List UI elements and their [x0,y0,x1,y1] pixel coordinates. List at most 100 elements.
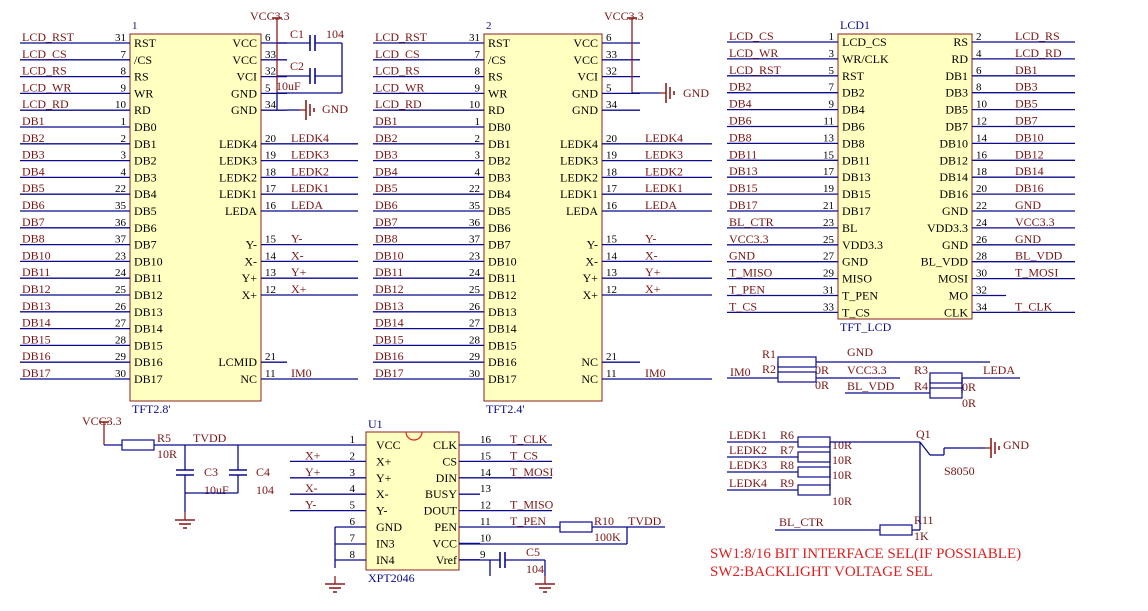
u1-left-pin-2: Y+ [376,471,392,485]
r10-body [559,521,593,533]
lcd1-right-pin-5: DB7 [945,120,968,134]
ic1-right-pin-1: VCC [232,53,257,67]
ic2-left-num-19: 29 [469,351,481,363]
r9-label: R9 [780,476,794,490]
u1-right-net-4: T_MISO [510,498,554,512]
ic2-right-net-8: LEDK1 [645,181,683,195]
r9-body [797,484,831,496]
lcd1-right-num-1: 4 [976,48,982,60]
lcd1-right-num-13: 28 [976,251,988,263]
r6-label: R6 [780,428,794,442]
lcd1-left-num-16: 33 [823,301,835,313]
ic2-gnd-label: GND [683,86,709,100]
lcd1-left-net-13: GND [729,249,755,263]
ic2-left-net-15: DB12 [375,282,404,296]
u1-left-pin-3: X- [376,487,389,501]
ic1-left-pin-4: RD [134,103,151,117]
ic1-left-num-20: 30 [115,368,127,380]
u1-right-pin-3: BUSY [425,487,457,501]
ic1-right-num-15: 11 [265,368,276,380]
lcd1-right-net-7: DB12 [1015,147,1044,161]
u1-left-num-0: 1 [350,434,356,446]
ic2-right-num-6: 19 [606,150,618,162]
ic1-right-num-2: 32 [265,66,276,78]
ic1-right-pin-5: LEDK4 [219,137,257,151]
ic1-right-net-9: LEDA [291,198,323,212]
leda-blvdd-label: BL_VDD [847,379,895,393]
lcd1-left-pin-4: DB4 [842,103,865,117]
ic1-right-pin-13: X+ [242,288,258,302]
ic2-vcc-label: VCC3.3 [604,9,644,23]
ic2-right-num-2: 32 [606,66,617,78]
ic2-right-pin-5: LEDK4 [560,137,598,151]
ic1-left-pin-17: DB14 [134,322,163,336]
lcd1-left-num-4: 9 [829,99,835,111]
lcd1-right-pin-9: DB16 [939,187,968,201]
u1-right-pin-4: DOUT [424,504,458,518]
ic1-left-num-12: 37 [115,234,127,246]
ic2-left-num-10: 35 [469,200,481,212]
lcd1-right-pin-11: VDD3.3 [927,221,968,235]
r6-value: 10R [832,438,852,452]
ic2-right-pin-8: LEDK1 [560,187,598,201]
r9-value: 10R [832,494,852,508]
ic1-left-net-13: DB10 [22,248,51,262]
ic1-right-net-8: LEDK1 [291,181,329,195]
ic1-name: TFT2.8' [132,402,171,416]
r1-value: 0R [815,363,829,377]
ic2-left-num-2: 8 [475,66,481,78]
r7-value: 10R [832,453,852,467]
ic2-right-num-12: 13 [606,267,618,279]
ic2-right-num-8: 17 [606,183,618,195]
ic2-left-num-17: 27 [469,318,481,330]
ic1-left-net-18: DB15 [22,332,51,346]
lcd1-left-num-15: 31 [823,285,834,297]
lcd1-left-net-4: DB4 [729,97,752,111]
ic1-left-num-15: 25 [115,284,127,296]
ic2-left-net-14: DB11 [375,265,403,279]
ic2-left-pin-17: DB14 [488,322,517,336]
ic1-right-net-5: LEDK4 [291,131,329,145]
ic2-right-num-9: 16 [606,200,618,212]
ic2-left-net-8: DB4 [375,164,398,178]
ic1-right-num-7: 18 [265,166,277,178]
ic1-left-pin-3: WR [134,86,153,100]
u1-right-num-3: 13 [480,483,492,495]
schematic-canvas: 1 TFT2.8' 2 TFT2.4' LCD1 TFT_LCD U1 XPT2… [0,0,1148,611]
ic1-left-net-3: LCD_WR [22,80,71,94]
ic1-right-num-8: 17 [265,183,277,195]
u1-right-num-4: 12 [480,500,491,512]
lcd1-left-net-15: T_PEN [729,283,765,297]
ic1-right-pin-8: LEDK1 [219,187,257,201]
r5-value: 10R [157,447,177,461]
ic1-right-pin-10: Y- [246,238,257,252]
ic1-designator: 1 [132,20,138,32]
lcd1-left-net-12: VCC3.3 [729,232,769,246]
lcd1-left-pin-2: RST [842,69,865,83]
lcd1-right-num-9: 20 [976,183,988,195]
lcd1-left-num-0: 1 [829,31,835,43]
ic1-left-num-10: 35 [115,200,127,212]
ic2-right-net-12: Y+ [645,265,661,279]
u1-left-num-2: 3 [350,467,356,479]
lcd1-right-net-9: DB16 [1015,181,1044,195]
im0-net-label: IM0 [730,365,751,379]
ic2-left-net-4: LCD_RD [375,97,422,111]
ic1-right-num-9: 16 [265,200,277,212]
u1-left-num-6: 7 [350,532,356,544]
ic1-left-num-7: 3 [121,150,127,162]
lcd1-right-num-7: 16 [976,149,988,161]
ic2-right-net-11: X- [645,248,658,262]
lcd1-left-net-2: LCD_RST [729,63,782,77]
ic1-left-net-17: DB14 [22,316,51,330]
ic1-left-pin-13: DB10 [134,254,163,268]
c4-label: C4 [256,465,270,479]
r5-body [121,439,155,451]
ic2-right-pin-7: LEDK2 [560,170,598,184]
ic2-right-num-3: 5 [606,82,612,94]
r7-label: R7 [780,443,794,457]
ic2-left-net-2: LCD_RS [375,64,420,78]
ic1-right-net-13: X+ [291,282,307,296]
ic1-right-pin-6: LEDK3 [219,154,257,168]
ic2-left-pin-13: DB10 [488,254,517,268]
